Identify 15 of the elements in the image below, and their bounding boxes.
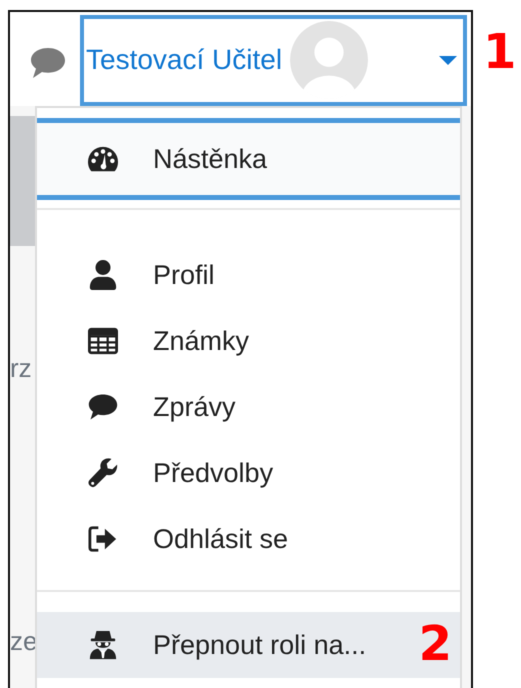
- menu-item[interactable]: Nástěnka: [37, 118, 460, 200]
- user-menu-button[interactable]: Testovací Učitel: [80, 14, 467, 106]
- user-icon: [88, 260, 118, 290]
- table-icon: [88, 326, 118, 356]
- dashboard-icon: [88, 144, 118, 174]
- menu-item[interactable]: Přepnout roli na... 2: [37, 612, 460, 678]
- sign-out-icon: [88, 524, 118, 554]
- chat-icon[interactable]: [30, 47, 66, 79]
- page-text: rz: [10, 353, 32, 384]
- spy-icon: [88, 630, 118, 660]
- annotation-number: 2: [418, 620, 452, 668]
- speech-bubble-icon: [88, 392, 118, 422]
- page-text: ze: [10, 626, 38, 657]
- wrench-icon: [88, 458, 118, 488]
- annotation-number: 1: [483, 28, 516, 76]
